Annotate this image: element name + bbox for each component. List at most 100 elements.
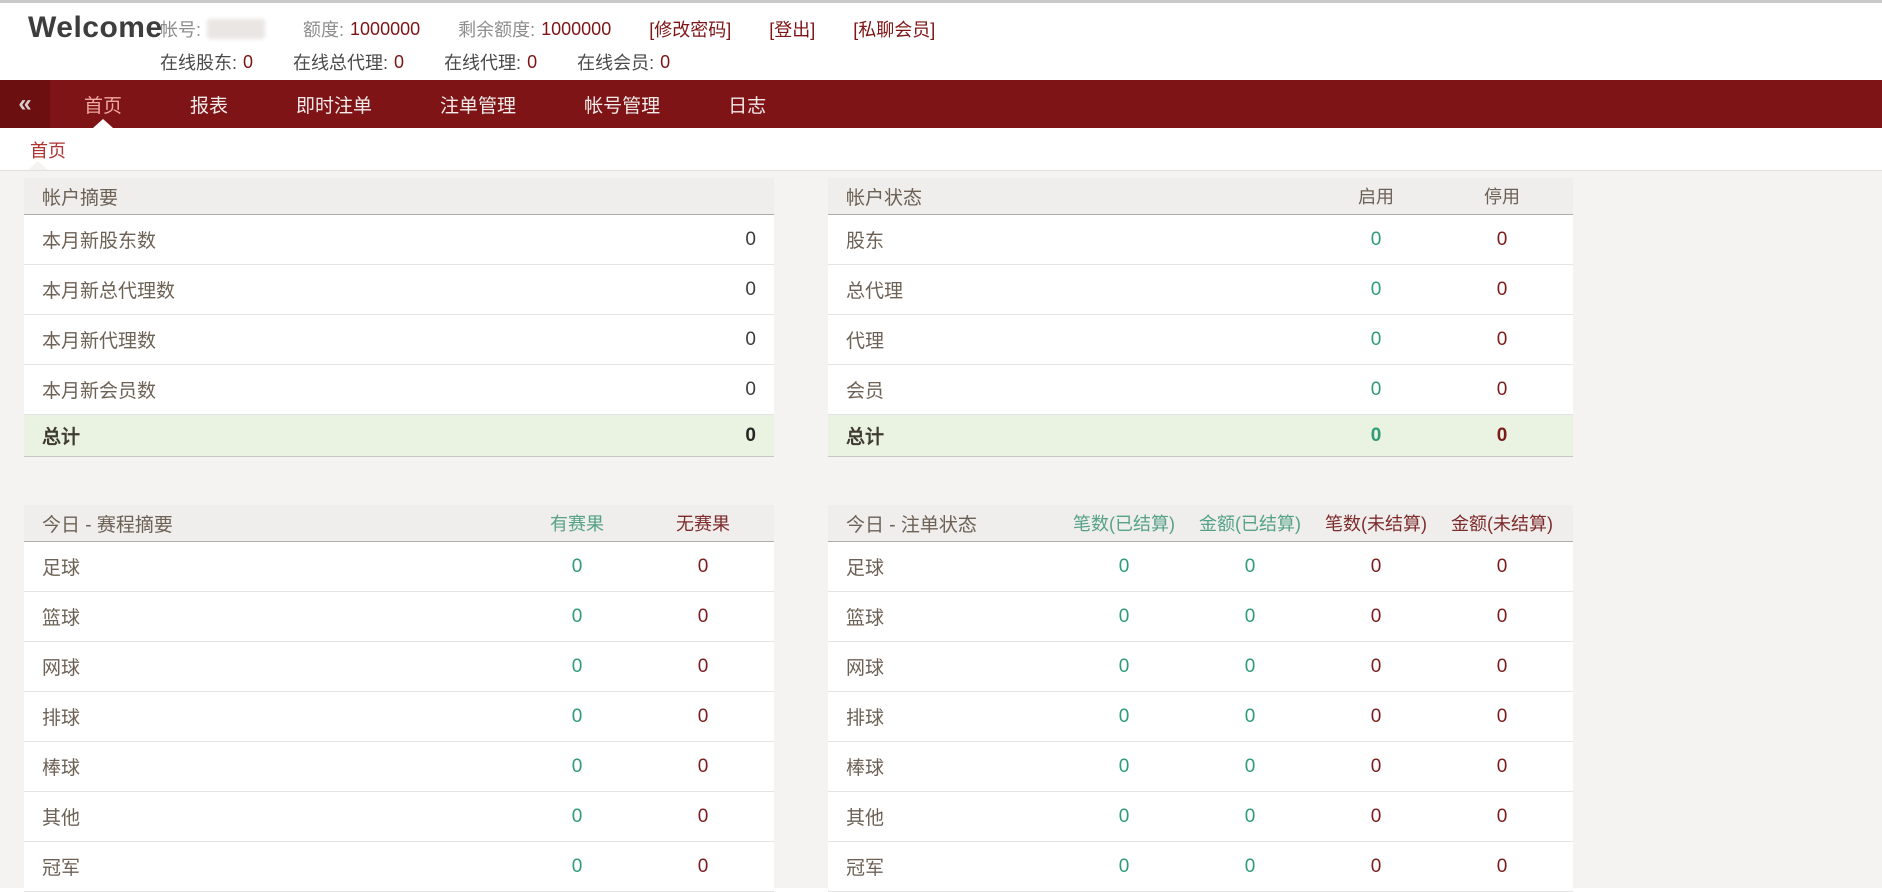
breadcrumb-bar: 首页 <box>0 128 1882 170</box>
column-header-disabled: 停用 <box>1439 183 1565 209</box>
row-label: 冠军 <box>828 853 1061 880</box>
table-row: 篮球00 <box>24 592 774 642</box>
column-header-with-results: 有赛果 <box>514 510 640 536</box>
row-value: 0 <box>1439 329 1565 351</box>
row-value: 0 <box>514 756 640 778</box>
row-value: 0 <box>640 856 766 878</box>
table-body: 股东00总代理00代理00会员00 <box>828 215 1573 415</box>
row-value: 0 <box>640 756 766 778</box>
online-shareholders-label: 在线股东: <box>160 49 237 75</box>
total-disabled-value: 0 <box>1439 425 1565 447</box>
total-label: 总计 <box>828 422 1313 449</box>
row-value: 0 <box>1313 229 1439 251</box>
panel-title: 今日 - 注单状态 <box>828 510 1061 537</box>
row-label: 股东 <box>828 226 1313 253</box>
row-label: 排球 <box>828 703 1061 730</box>
row-value: 0 <box>1061 606 1187 628</box>
column-header-amount-settled: 金额(已结算) <box>1187 510 1313 536</box>
row-label: 网球 <box>828 653 1061 680</box>
row-value: 0 <box>640 606 766 628</box>
row-value: 0 <box>514 856 640 878</box>
table-row: 篮球0000 <box>828 592 1573 642</box>
total-row: 总计 0 0 <box>828 415 1573 457</box>
breadcrumb-notch <box>28 161 48 170</box>
remaining-quota-field: 剩余额度: 1000000 <box>458 16 611 42</box>
row-label: 本月新总代理数 <box>24 276 624 303</box>
row-value: 0 <box>1061 856 1187 878</box>
panel-header: 今日 - 赛程摘要 有赛果 无赛果 <box>24 505 774 542</box>
main-content: 帐户摘要 本月新股东数0本月新总代理数0本月新代理数0本月新会员数0 总计 0 … <box>0 170 1882 888</box>
row-value: 0 <box>624 329 774 351</box>
online-general-agents-value: 0 <box>394 52 404 73</box>
online-members-label: 在线会员: <box>577 49 654 75</box>
row-value: 0 <box>1439 556 1565 578</box>
table-row: 棒球00 <box>24 742 774 792</box>
quota-field: 额度: 1000000 <box>303 16 420 42</box>
table-row: 总代理00 <box>828 265 1573 315</box>
nav-item-account-management[interactable]: 帐号管理 <box>550 80 694 128</box>
row-value: 0 <box>1439 806 1565 828</box>
row-value: 0 <box>1061 556 1187 578</box>
column-header-amount-unsettled: 金额(未结算) <box>1439 510 1565 536</box>
row-label: 会员 <box>828 376 1313 403</box>
nav-item-home[interactable]: 首页 <box>50 80 156 128</box>
row-value: 0 <box>1061 806 1187 828</box>
row-value: 0 <box>624 229 774 251</box>
row-value: 0 <box>1313 556 1439 578</box>
table-row: 网球00 <box>24 642 774 692</box>
nav-item-logs[interactable]: 日志 <box>694 80 800 128</box>
row-value: 0 <box>1187 706 1313 728</box>
private-chat-link[interactable]: [私聊会员] <box>853 16 935 42</box>
nav-item-live-bets[interactable]: 即时注单 <box>262 80 406 128</box>
total-label: 总计 <box>24 422 624 449</box>
row-value: 0 <box>640 556 766 578</box>
table-row: 排球0000 <box>828 692 1573 742</box>
row-label: 其他 <box>24 803 514 830</box>
online-agents-value: 0 <box>527 52 537 73</box>
row-value: 0 <box>1313 606 1439 628</box>
table-row: 排球00 <box>24 692 774 742</box>
table-row: 本月新总代理数0 <box>24 265 774 315</box>
row-value: 0 <box>624 279 774 301</box>
logout-link[interactable]: [登出] <box>769 16 815 42</box>
change-password-link[interactable]: [修改密码] <box>649 16 731 42</box>
panel-title: 帐户状态 <box>828 183 1313 210</box>
panel-bet-status: 今日 - 注单状态 笔数(已结算) 金额(已结算) 笔数(未结算) 金额(未结算… <box>828 505 1573 892</box>
row-value: 0 <box>1313 856 1439 878</box>
online-shareholders-value: 0 <box>243 52 253 73</box>
row-value: 0 <box>640 656 766 678</box>
row-label: 网球 <box>24 653 514 680</box>
panel-title: 今日 - 赛程摘要 <box>24 510 514 537</box>
row-value: 0 <box>1439 856 1565 878</box>
total-row: 总计 0 <box>24 415 774 457</box>
table-row: 会员00 <box>828 365 1573 415</box>
row-label: 代理 <box>828 326 1313 353</box>
online-members-value: 0 <box>660 52 670 73</box>
row-label: 排球 <box>24 703 514 730</box>
row-label: 本月新股东数 <box>24 226 624 253</box>
row-value: 0 <box>1187 756 1313 778</box>
row-label: 其他 <box>828 803 1061 830</box>
row-value: 0 <box>1313 379 1439 401</box>
online-general-agents: 在线总代理: 0 <box>293 49 404 75</box>
table-row: 其他00 <box>24 792 774 842</box>
row-value: 0 <box>1439 656 1565 678</box>
row-value: 0 <box>1313 279 1439 301</box>
nav-item-bet-management[interactable]: 注单管理 <box>406 80 550 128</box>
table-row: 冠军00 <box>24 842 774 892</box>
panel-title: 帐户摘要 <box>24 183 774 210</box>
row-value: 0 <box>624 379 774 401</box>
row-label: 本月新会员数 <box>24 376 624 403</box>
table-row: 本月新代理数0 <box>24 315 774 365</box>
row-label: 篮球 <box>828 603 1061 630</box>
collapse-sidebar-icon[interactable]: « <box>0 80 50 128</box>
welcome-title: Welcome <box>28 11 163 45</box>
row-value: 0 <box>1439 379 1565 401</box>
quota-value: 1000000 <box>350 19 420 40</box>
row-value: 0 <box>1187 806 1313 828</box>
column-header-count-settled: 笔数(已结算) <box>1061 510 1187 536</box>
row-label: 篮球 <box>24 603 514 630</box>
nav-item-reports[interactable]: 报表 <box>156 80 262 128</box>
breadcrumb[interactable]: 首页 <box>30 137 66 163</box>
remaining-quota-label: 剩余额度: <box>458 16 535 42</box>
